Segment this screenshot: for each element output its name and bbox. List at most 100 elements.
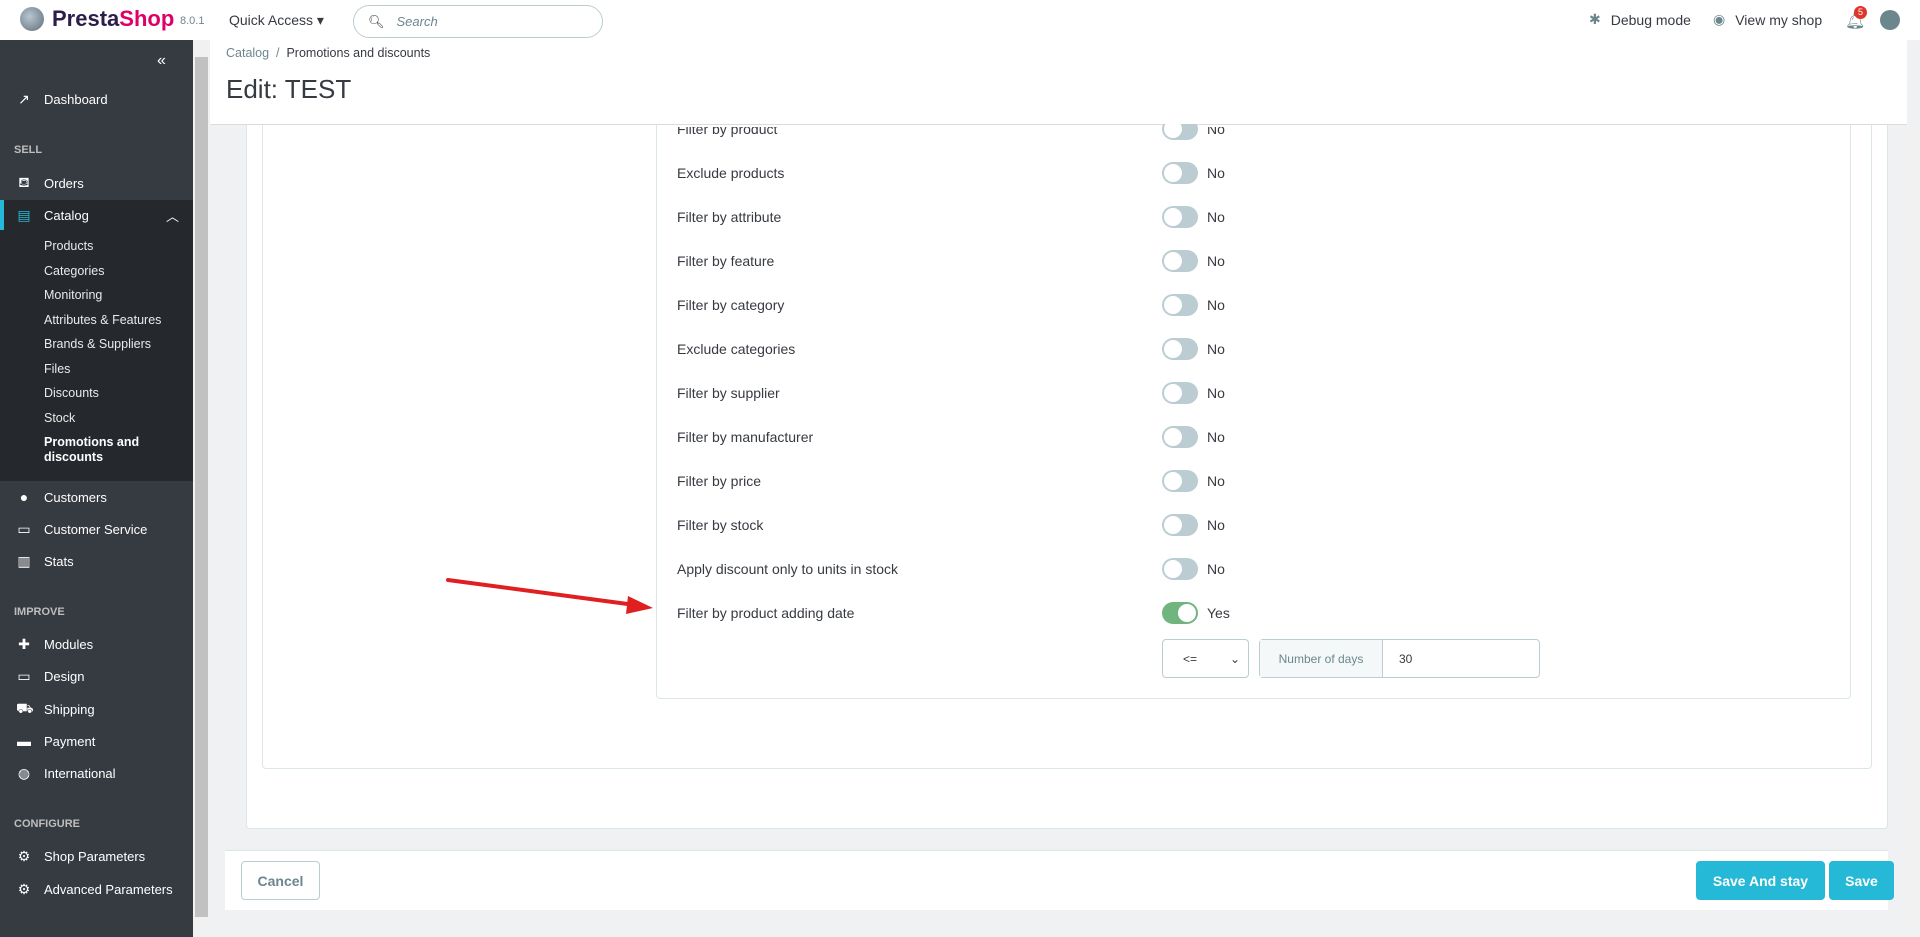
label: Payment xyxy=(44,733,96,749)
submenu-categories[interactable]: Categories xyxy=(44,264,104,278)
filter-toggle[interactable] xyxy=(1162,602,1198,624)
sidebar-item-shipping[interactable]: ⛟ Shipping xyxy=(0,696,193,722)
search-icon: 🔍︎ xyxy=(368,13,385,29)
filter-label: Exclude products xyxy=(677,165,785,181)
sidebar-item-design[interactable]: ▭ Design xyxy=(0,663,193,689)
user-avatar-icon[interactable] xyxy=(1880,10,1900,30)
search-input[interactable]: 🔍︎ Search xyxy=(353,5,603,38)
cancel-button[interactable]: Cancel xyxy=(241,861,320,900)
label: Customer Service xyxy=(44,521,148,537)
filter-label: Apply discount only to units in stock xyxy=(677,561,899,577)
annotation-arrow xyxy=(446,578,653,614)
brand-text: Presta xyxy=(52,6,120,31)
sidebar-item-customer-service[interactable]: ▭ Customer Service xyxy=(0,516,193,542)
submenu-promotions-discounts[interactable]: Promotions and discounts xyxy=(44,435,139,465)
sidebar-item-payment[interactable]: ▬ Payment xyxy=(0,728,193,754)
filter-toggle[interactable] xyxy=(1162,382,1198,404)
filter-label: Filter by category xyxy=(677,297,785,313)
sidebar-item-dashboard[interactable]: ↗ Dashboard xyxy=(0,86,193,112)
save-button[interactable]: Save xyxy=(1829,861,1894,900)
filter-label: Filter by price xyxy=(677,473,762,489)
page-scrollbar[interactable] xyxy=(1907,125,1920,937)
submenu-brands-suppliers[interactable]: Brands & Suppliers xyxy=(44,337,151,351)
logo-icon xyxy=(20,7,44,31)
filter-toggle[interactable] xyxy=(1162,426,1198,448)
collapse-sidebar-icon[interactable]: « xyxy=(157,52,166,70)
filter-toggle[interactable] xyxy=(1162,294,1198,316)
filter-label: Filter by manufacturer xyxy=(677,429,814,445)
section-sell: SELL xyxy=(14,144,43,156)
sidebar-item-orders[interactable]: ⛾ Orders xyxy=(0,170,193,196)
filter-toggle-value: No xyxy=(1207,253,1225,269)
sidebar-item-catalog[interactable]: ▤ Catalog ︿ xyxy=(0,200,193,230)
filter-toggle-value: No xyxy=(1207,473,1225,489)
view-shop-label: View my shop xyxy=(1735,11,1823,28)
label: Dashboard xyxy=(44,91,108,107)
version-label: 8.0.1 xyxy=(180,15,205,27)
monitor-icon: ▭ xyxy=(17,667,31,684)
filter-toggle[interactable] xyxy=(1162,250,1198,272)
filter-toggle-value: No xyxy=(1207,429,1225,445)
operator-select[interactable]: <= ⌄ xyxy=(1162,639,1249,678)
filter-toggle[interactable] xyxy=(1162,162,1198,184)
quick-access-dropdown[interactable]: Quick Access ▾ xyxy=(229,12,324,29)
label: Shop Parameters xyxy=(44,848,146,864)
filter-toggle-value: No xyxy=(1207,385,1225,401)
chat-icon: ▭ xyxy=(17,520,31,537)
section-improve: IMPROVE xyxy=(14,606,65,618)
save-and-stay-button[interactable]: Save And stay xyxy=(1696,861,1825,900)
bug-icon: ✱ xyxy=(1589,11,1601,27)
page-title: Edit: TEST xyxy=(226,74,352,104)
cog-box-icon: ⚙ xyxy=(17,880,31,897)
puzzle-icon: ✚ xyxy=(18,635,30,652)
scrollbar-thumb[interactable] xyxy=(195,57,208,917)
submenu-monitoring[interactable]: Monitoring xyxy=(44,288,102,302)
truck-icon: ⛟ xyxy=(16,699,34,716)
label: Orders xyxy=(44,175,84,191)
debug-mode-link[interactable]: ✱ Debug mode xyxy=(1589,11,1691,28)
view-shop-link[interactable]: ◉ View my shop xyxy=(1713,11,1822,28)
filter-toggle-value: No xyxy=(1207,297,1225,313)
chevron-up-icon: ︿ xyxy=(165,208,179,224)
label: Customers xyxy=(44,489,107,505)
submenu-products[interactable]: Products xyxy=(44,239,93,253)
debug-mode-label: Debug mode xyxy=(1610,11,1691,28)
filter-label: Exclude categories xyxy=(677,341,796,357)
sidebar-item-shop-parameters[interactable]: ⚙ Shop Parameters xyxy=(0,843,193,869)
filter-toggle[interactable] xyxy=(1162,338,1198,360)
store-icon: ▤ xyxy=(17,206,31,223)
filter-toggle[interactable] xyxy=(1162,206,1198,228)
filter-toggle[interactable] xyxy=(1162,470,1198,492)
label: Catalog xyxy=(44,207,89,223)
top-bar: PrestaShop 8.0.1 Quick Access ▾ 🔍︎ Search… xyxy=(0,0,1920,40)
breadcrumb-current: Promotions and discounts xyxy=(286,46,431,60)
page-header xyxy=(210,40,1907,125)
sidebar-item-stats[interactable]: ▥ Stats xyxy=(0,548,193,574)
filter-label: Filter by supplier xyxy=(677,385,780,401)
gear-icon: ⚙ xyxy=(17,847,31,864)
filter-toggle[interactable] xyxy=(1162,514,1198,536)
sidebar-item-customers[interactable]: ● Customers xyxy=(0,484,193,510)
sidebar-item-advanced-parameters[interactable]: ⚙ Advanced Parameters xyxy=(0,876,193,902)
sidebar-scrollbar[interactable] xyxy=(193,40,210,937)
submenu-files[interactable]: Files xyxy=(44,362,70,376)
sidebar-item-international[interactable]: ◍ International xyxy=(0,760,193,786)
section-configure: CONFIGURE xyxy=(14,818,80,830)
submenu-attributes-features[interactable]: Attributes & Features xyxy=(44,313,161,327)
submenu-discounts[interactable]: Discounts xyxy=(44,386,99,400)
prestashop-logo[interactable]: PrestaShop xyxy=(20,6,174,32)
days-addon: Number of days xyxy=(1260,640,1383,677)
filter-toggle[interactable] xyxy=(1162,558,1198,580)
trend-icon: ↗ xyxy=(18,90,30,107)
credit-card-icon: ▬ xyxy=(17,733,31,749)
label: International xyxy=(44,765,116,781)
brand-text-accent: Shop xyxy=(119,6,175,31)
sidebar-item-modules[interactable]: ✚ Modules xyxy=(0,631,193,657)
quick-access-label: Quick Access xyxy=(229,12,314,28)
days-input[interactable]: 30 xyxy=(1383,640,1539,677)
breadcrumb-catalog[interactable]: Catalog xyxy=(226,46,269,60)
filter-label: Filter by attribute xyxy=(677,209,782,225)
submenu-stock[interactable]: Stock xyxy=(44,411,75,425)
filter-toggle-value: Yes xyxy=(1207,605,1230,621)
label: Design xyxy=(44,668,85,684)
